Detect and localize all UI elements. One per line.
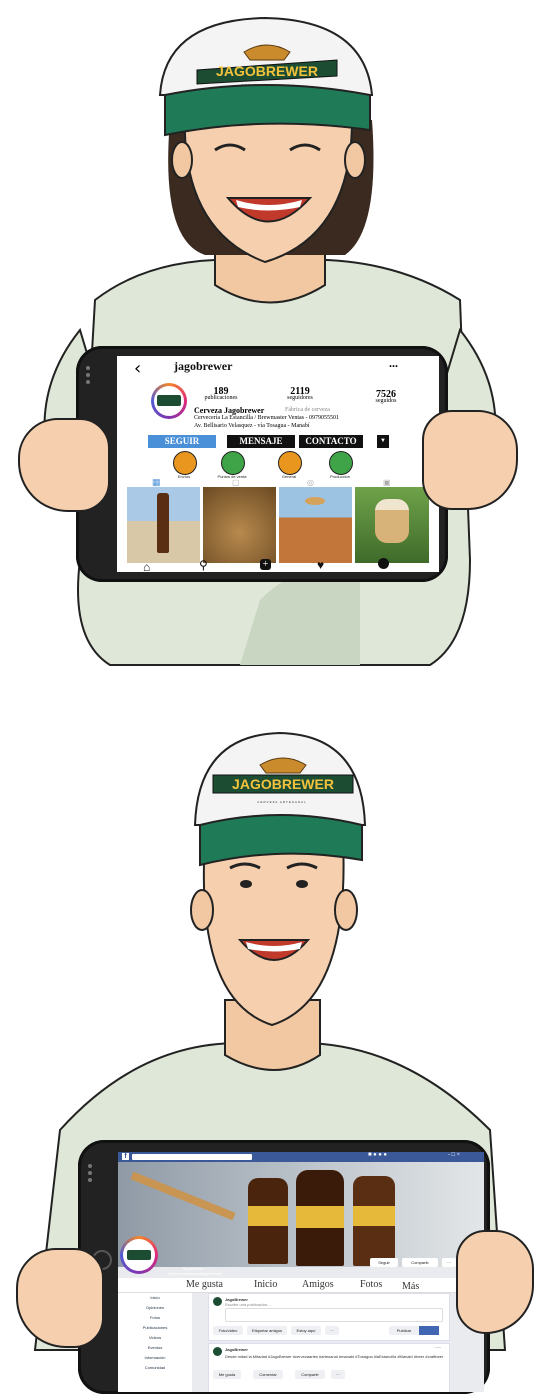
sidebar-item-informacion[interactable]: Información (120, 1355, 190, 1360)
stat-following[interactable]: 7526 seguidos (363, 389, 409, 404)
facebook-panel: JAGOBREWER CERVEZA ARTESANAL f ■ ● ● ● -… (0, 700, 539, 1400)
cap-tagline: CERVEZA ARTESANAL (241, 83, 291, 87)
photo-grain[interactable] (203, 487, 276, 563)
tag-friends-button[interactable]: Etiquetar amigos (247, 1326, 287, 1335)
home-icon[interactable]: ⌂ (143, 560, 150, 572)
tab-bar (118, 1278, 484, 1293)
tablet-camera (88, 1164, 92, 1168)
sidebar-item-eventos[interactable]: Eventos (120, 1345, 190, 1350)
highlight-general[interactable] (278, 451, 302, 475)
page-avatar[interactable] (120, 1236, 158, 1274)
photo-video-button[interactable]: Foto/video (213, 1326, 243, 1335)
highlight-produccion[interactable] (329, 451, 353, 475)
stat-posts[interactable]: 189 publicaciones (198, 386, 244, 401)
tab-fotos[interactable]: Fotos (360, 1279, 382, 1290)
message-button[interactable]: MENSAJE (227, 435, 295, 448)
profile-avatar[interactable] (151, 383, 187, 419)
composer-avatar (213, 1297, 222, 1306)
post-composer: JagoBrewer Escribe una publicación... Fo… (208, 1293, 450, 1341)
photo-woman-hat[interactable] (279, 487, 352, 563)
profile-icon[interactable] (378, 558, 389, 569)
facebook-logo-icon[interactable]: f (122, 1153, 129, 1160)
heart-icon[interactable]: ♥ (317, 558, 324, 572)
photo-grid (127, 487, 429, 563)
page-share-button[interactable]: Compartir (402, 1258, 438, 1267)
post-more-button[interactable]: ··· (331, 1370, 345, 1379)
composer-placeholder: Escribe una publicación... (225, 1302, 271, 1307)
tab-inicio[interactable]: Inicio (254, 1279, 277, 1290)
cap-brand: JAGOBREWER (216, 63, 318, 79)
facebook-screen: f ■ ● ● ● - □ × Seguir Compartir ··· Jag… (118, 1152, 484, 1392)
publish-button[interactable]: Publicar (389, 1326, 419, 1335)
follow-button[interactable]: SEGUIR (148, 435, 216, 448)
like-button[interactable]: Me gusta (213, 1370, 241, 1379)
phone-camera (86, 366, 90, 370)
highlight-puntos-venta[interactable] (221, 451, 245, 475)
instagram-panel: JAGOBREWER CERVEZA ARTESANAL ‹ jagobrewe… (0, 0, 539, 680)
post-avatar (213, 1347, 222, 1356)
sidebar-item-inicio[interactable]: Inicio (120, 1295, 190, 1300)
photo-beer-glass[interactable] (355, 487, 429, 563)
sidebar-item-videos[interactable]: Videos (120, 1335, 190, 1340)
bio-line-1: Cervecería La Estancilla / Brewmaster Ve… (194, 415, 340, 421)
bio-line-2: Av. Bellisario Velasquez - vía Tosagua -… (194, 423, 310, 429)
tagged-tab-icon[interactable]: ▣ (383, 478, 391, 487)
page-follow-button[interactable]: Seguir (370, 1258, 398, 1267)
check-in-button[interactable]: Estoy aquí (291, 1326, 321, 1335)
stat-followers-label: seguidores (287, 395, 313, 401)
highlight-produccion-label: Producción (329, 474, 350, 479)
instagram-phone: ‹ jagobrewer ... 189 publicaciones 2119 … (76, 346, 448, 582)
profile-name: Cerveza Jagobrewer (194, 406, 265, 415)
page-more-button[interactable]: ··· (442, 1258, 456, 1267)
cap-logo: JAGOBREWER (192, 42, 342, 88)
profile-category: Fábrica de cerveza (285, 407, 330, 413)
tab-me-gusta[interactable]: Me gusta (186, 1279, 223, 1290)
tab-amigos[interactable]: Amigos (302, 1279, 334, 1290)
share-button[interactable]: Compartir (295, 1370, 325, 1379)
igtv-tab-icon[interactable]: ◎ (307, 478, 314, 487)
instagram-screen: ‹ jagobrewer ... 189 publicaciones 2119 … (117, 356, 439, 572)
sidebar-item-publicaciones[interactable]: Publicaciones (120, 1325, 190, 1330)
highlight-envios[interactable] (173, 451, 197, 475)
photo-beer-beach[interactable] (127, 487, 200, 563)
more-options-icon[interactable]: ... (389, 356, 398, 371)
caret-down-icon[interactable]: ▼ (377, 435, 389, 448)
sidebar-item-comunidad[interactable]: Comunidad (120, 1365, 190, 1370)
facebook-header: f ■ ● ● ● - □ × (118, 1152, 484, 1162)
reels-tab-icon[interactable]: ▢ (232, 478, 240, 487)
back-chevron-icon[interactable]: ‹ (134, 358, 141, 379)
facebook-search-bar[interactable] (132, 1154, 252, 1160)
search-icon[interactable]: ⚲ (199, 558, 208, 572)
stat-following-label: seguidos (375, 398, 397, 404)
publish-color-bar (419, 1326, 439, 1335)
cap-brand-bottom: JAGOBREWER (232, 776, 334, 792)
cover-photo (118, 1162, 484, 1267)
composer-more-button[interactable]: ··· (325, 1326, 339, 1335)
highlight-envios-label: Envíos (177, 474, 191, 479)
post-text: Desde mitad la Mitadad #JagoBrewer #cerv… (225, 1354, 444, 1359)
header-icons[interactable]: ■ ● ● ● (368, 1152, 387, 1158)
stat-followers[interactable]: 2119 seguidores (277, 386, 323, 401)
window-controls-icon[interactable]: - □ × (448, 1152, 460, 1158)
composer-input[interactable] (225, 1308, 443, 1322)
page-handle: @cervezaartesanaljagobrewer (168, 1271, 223, 1276)
comment-button[interactable]: Comentar (253, 1370, 283, 1379)
profile-username: jagobrewer (174, 359, 233, 373)
highlight-general-label: General (281, 474, 297, 479)
contact-button[interactable]: CONTACTO (299, 435, 363, 448)
cap-tagline-bottom: CERVEZA ARTESANAL (257, 800, 307, 804)
page-post: JagoBrewer ··· Desde mitad la Mitadad #J… (208, 1343, 450, 1392)
post-author[interactable]: JagoBrewer (225, 1347, 248, 1352)
sidebar-item-opiniones[interactable]: Opiniones (120, 1305, 190, 1310)
cap-logo-bottom: JAGOBREWER (208, 755, 358, 801)
tab-mas[interactable]: Más (402, 1281, 419, 1292)
facebook-tablet: f ■ ● ● ● - □ × Seguir Compartir ··· Jag… (78, 1140, 490, 1394)
right-hand (422, 410, 518, 510)
post-options-icon[interactable]: ··· (435, 1345, 441, 1351)
stat-posts-label: publicaciones (204, 395, 238, 401)
sidebar-item-fotos[interactable]: Fotos (120, 1315, 190, 1320)
add-post-icon[interactable]: + (260, 559, 271, 570)
